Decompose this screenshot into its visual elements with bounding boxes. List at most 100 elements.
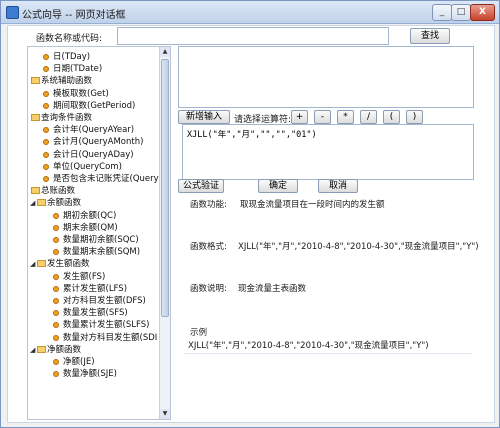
tree-item[interactable]: 日(TDay) <box>28 51 159 63</box>
function-bullet-icon <box>53 285 59 292</box>
tree-item[interactable]: 期初余额(QC) <box>28 210 159 222</box>
tree-item[interactable]: 发生额(FS) <box>28 271 159 283</box>
dialog-window: 公式向导 -- 网页对话框 _ □ X 函数名称或代码: 查找 日(TDay) 日… <box>0 0 500 428</box>
scroll-up-icon[interactable]: ▲ <box>160 47 170 57</box>
function-bullet-icon <box>53 359 59 365</box>
tree-item[interactable]: 累计发生额(LFS) <box>28 283 159 295</box>
tree-folder[interactable]: ◢ 发生额函数 <box>28 258 159 270</box>
maximize-button[interactable]: □ <box>451 4 471 21</box>
scroll-thumb[interactable] <box>161 59 169 317</box>
operator-minus-button[interactable]: - <box>314 110 331 124</box>
function-bullet-icon <box>43 66 49 73</box>
verify-formula-button[interactable]: 公式验证 <box>178 179 224 193</box>
folder-icon <box>31 114 40 121</box>
tree-item[interactable]: 会计月(QueryAMonth) <box>28 136 159 148</box>
tree-item-label: 数量对方科目发生额(SDI <box>63 332 158 343</box>
tree-item[interactable]: 数量对方科目发生额(SDI <box>28 332 159 344</box>
tree-item[interactable]: 期间取数(GetPeriod) <box>28 100 159 112</box>
tree-item[interactable]: 期末余额(QM) <box>28 222 159 234</box>
function-bullet-icon <box>43 54 49 60</box>
app-icon <box>6 6 19 19</box>
close-button[interactable]: X <box>470 4 495 21</box>
example-divider <box>184 353 472 354</box>
tree-item[interactable]: 日期(TDate) <box>28 63 159 75</box>
tree-item-label: 发生额(FS) <box>63 271 106 282</box>
tree-item-label: 是否包含未记账凭证(QueryP <box>53 174 159 184</box>
search-label: 函数名称或代码: <box>36 34 103 44</box>
tree-item[interactable]: 会计年(QueryAYear) <box>28 124 159 136</box>
tree-item-label: 日(TDay) <box>53 52 91 62</box>
tree-item[interactable]: 模板取数(Get) <box>28 88 159 100</box>
search-button[interactable]: 查找 <box>410 28 450 44</box>
tree-folder[interactable]: 查询条件函数 <box>28 112 159 124</box>
ok-button[interactable]: 确定 <box>258 179 298 193</box>
tree-item-label: 会计日(QueryADay) <box>53 149 134 160</box>
tree-item-label: 单位(QueryCom) <box>53 161 122 172</box>
tree-item-label: 数量期末余额(SQM) <box>63 247 141 258</box>
tree-item-label: 数量期初余额(SQC) <box>63 235 139 245</box>
tree-item[interactable]: 净额(JE) <box>28 356 159 368</box>
function-tree: 日(TDay) 日期(TDate) 系统辅助函数 模板取数(Get) 期间取数(GetP… <box>27 46 171 420</box>
tree-item-label: 数量累计发生额(SLFS) <box>63 320 150 331</box>
function-bullet-icon <box>53 310 59 317</box>
tree-item-label: 数量净额(SJE) <box>63 369 117 380</box>
tree-folder[interactable]: 系统辅助函数 <box>28 75 159 87</box>
tree-item[interactable]: 数量发生额(SFS) <box>28 307 159 319</box>
operator-rparen-button[interactable]: ) <box>406 110 423 124</box>
function-bullet-icon <box>53 249 59 256</box>
scroll-down-icon[interactable]: ▼ <box>160 409 170 419</box>
function-bullet-icon <box>53 371 59 378</box>
description-label: 函数说明: <box>190 284 227 294</box>
function-bullet-icon <box>43 139 49 146</box>
tree-item-label: 发生额函数 <box>47 259 90 270</box>
function-bullet-icon <box>53 224 59 231</box>
function-list-box[interactable] <box>178 46 474 108</box>
tree-item[interactable]: 会计日(QueryADay) <box>28 149 159 161</box>
tree-item-label: 系统辅助函数 <box>41 76 93 87</box>
new-input-button[interactable]: 新增输入 <box>178 110 230 124</box>
expand-caret-icon[interactable]: ◢ <box>30 197 35 209</box>
folder-icon <box>31 187 40 195</box>
function-bullet-icon <box>53 237 59 243</box>
function-bullet-icon <box>53 322 59 329</box>
operator-plus-button[interactable]: + <box>291 110 308 124</box>
cancel-button[interactable]: 取消 <box>318 179 358 193</box>
function-bullet-icon <box>53 298 59 304</box>
tree-item-label: 日期(TDate) <box>53 64 103 75</box>
expand-caret-icon[interactable]: ◢ <box>30 344 35 356</box>
expand-caret-icon[interactable]: ◢ <box>30 258 35 270</box>
tree-folder[interactable]: 总账函数 <box>28 185 159 197</box>
tree-item-label: 期间取数(GetPeriod) <box>53 100 136 111</box>
function-bullet-icon <box>53 273 59 280</box>
formula-editor[interactable]: XJLL("年","月","","","01") <box>182 124 474 180</box>
example-label: 示例 <box>190 328 208 338</box>
function-bullet-icon <box>43 151 49 158</box>
tree-item-label: 净额(JE) <box>63 357 95 367</box>
tree-item[interactable]: 数量累计发生额(SLFS) <box>28 319 159 331</box>
tree-item[interactable]: 数量期末余额(SQM) <box>28 246 159 258</box>
tree-scrollbar[interactable]: ▲ ▼ <box>159 47 170 419</box>
tree-item[interactable]: 数量期初余额(SQC) <box>28 234 159 246</box>
title-bar[interactable]: 公式向导 -- 网页对话框 _ □ X <box>1 1 499 24</box>
folder-icon <box>37 199 46 207</box>
operator-lparen-button[interactable]: ( <box>383 110 400 124</box>
tree-item[interactable]: 数量净额(SJE) <box>28 368 159 380</box>
tree-item-label: 查询条件函数 <box>41 113 93 123</box>
example-value: XJLL("年","月","2010-4-8","2010-4-30","现金流… <box>188 341 429 351</box>
function-bullet-icon <box>43 176 49 182</box>
window-title: 公式向导 -- 网页对话框 <box>22 10 126 21</box>
search-input[interactable] <box>117 27 389 45</box>
format-value: XJLL("年","月","2010-4-8","2010-4-30","现金流… <box>238 242 479 252</box>
tree-item[interactable]: 单位(QueryCom) <box>28 161 159 173</box>
tree-item[interactable]: 对方科目发生额(DFS) <box>28 295 159 307</box>
format-label: 函数格式: <box>190 242 227 252</box>
tree-folder[interactable]: ◢ 净额函数 <box>28 344 159 356</box>
tree-folder[interactable]: ◢ 余额函数 <box>28 197 159 209</box>
tree-item-label: 累计发生额(LFS) <box>63 283 128 294</box>
tree-item[interactable]: 是否包含未记账凭证(QueryP <box>28 173 159 185</box>
operator-divide-button[interactable]: / <box>360 110 377 124</box>
tree-item-label: 数量发生额(SFS) <box>63 308 128 319</box>
minimize-button[interactable]: _ <box>432 4 452 21</box>
tree-item-label: 期末余额(QM) <box>63 222 118 233</box>
operator-multiply-button[interactable]: * <box>337 110 354 124</box>
